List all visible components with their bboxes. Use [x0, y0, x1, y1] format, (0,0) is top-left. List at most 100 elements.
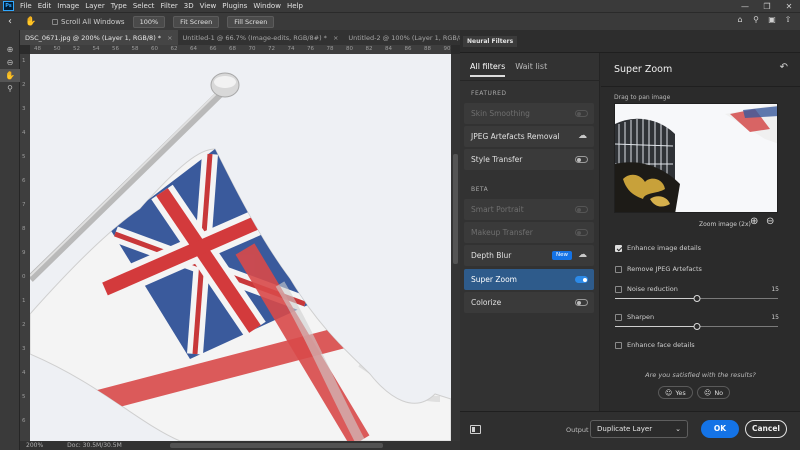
- checkbox-label: Enhance image details: [627, 244, 702, 252]
- doc-tab-untitled-2[interactable]: Untitled-2 @ 100% (Layer 1, RGB/8#) * ×: [343, 30, 460, 45]
- filter-makeup-transfer[interactable]: Makeup Transfer: [464, 222, 594, 243]
- horizontal-scrollbar[interactable]: [170, 443, 383, 448]
- zoom-out-tool-icon[interactable]: ⊖: [0, 56, 20, 69]
- toggle-switch[interactable]: [575, 156, 588, 163]
- filter-super-zoom[interactable]: Super Zoom: [464, 269, 594, 290]
- ruler-tick-label: 72: [268, 46, 275, 52]
- ruler-tick-label: 1: [22, 58, 26, 64]
- remove-jpeg-artefacts-checkbox[interactable]: Remove JPEG Artefacts: [615, 265, 702, 273]
- menu-window[interactable]: Window: [250, 2, 284, 10]
- zoom-in-tool-icon[interactable]: ⊕: [0, 43, 20, 56]
- menu-3d[interactable]: 3D: [181, 2, 197, 10]
- sharpen-slider[interactable]: [615, 323, 778, 330]
- feedback-yes-button[interactable]: ☺ Yes: [658, 386, 693, 399]
- menu-edit[interactable]: Edit: [35, 2, 55, 10]
- restore-icon[interactable]: ❐: [756, 2, 778, 11]
- menu-plugins[interactable]: Plugins: [219, 2, 250, 10]
- output-dropdown[interactable]: Duplicate Layer ⌄: [590, 420, 688, 438]
- filter-depth-blur[interactable]: Depth Blur New ☁: [464, 245, 594, 266]
- hand-tool-icon[interactable]: ✋: [20, 17, 42, 27]
- menu-image[interactable]: Image: [54, 2, 82, 10]
- share-icon[interactable]: ⇧: [780, 15, 796, 24]
- menu-select[interactable]: Select: [130, 2, 158, 10]
- featured-section-label: FEATURED: [471, 90, 507, 97]
- divider: [460, 80, 600, 81]
- menu-file[interactable]: File: [17, 2, 35, 10]
- menu-help[interactable]: Help: [284, 2, 306, 10]
- feedback-no-button[interactable]: ☹ No: [697, 386, 731, 399]
- search-icon[interactable]: ⚲: [748, 15, 764, 24]
- ruler-tick-label: 48: [34, 46, 41, 52]
- filter-smart-portrait[interactable]: Smart Portrait: [464, 199, 594, 220]
- doc-size[interactable]: Doc: 30.5M/30.5M: [67, 442, 122, 449]
- noise-reduction-checkbox[interactable]: Noise reduction: [615, 285, 678, 293]
- ruler-tick-label: 86: [404, 46, 412, 52]
- tab-wait-list[interactable]: Wait list: [515, 62, 547, 77]
- close-icon[interactable]: ✕: [778, 2, 800, 11]
- filter-label: Depth Blur: [471, 251, 512, 260]
- reset-icon[interactable]: ↶: [780, 62, 788, 73]
- noise-reduction-slider[interactable]: [615, 295, 778, 302]
- menu-view[interactable]: View: [197, 2, 220, 10]
- minimize-icon[interactable]: —: [734, 2, 756, 11]
- ruler-tick-label: 58: [131, 46, 139, 52]
- close-icon[interactable]: ×: [167, 34, 172, 42]
- back-arrow-icon[interactable]: ‹: [0, 16, 20, 27]
- scrollbar-thumb[interactable]: [453, 154, 458, 264]
- zoom-out-icon[interactable]: ⊖: [766, 216, 774, 227]
- fill-screen-button[interactable]: Fill Screen: [227, 15, 275, 28]
- toggle-switch[interactable]: [575, 276, 588, 283]
- yes-label: Yes: [675, 388, 686, 397]
- hand-tool-icon[interactable]: ✋: [0, 69, 20, 82]
- filter-jpeg-artefacts-removal[interactable]: JPEG Artefacts Removal ☁: [464, 126, 594, 147]
- slider-handle[interactable]: [693, 295, 700, 302]
- sharpen-checkbox[interactable]: Sharpen: [615, 313, 654, 321]
- close-icon[interactable]: ×: [333, 34, 338, 42]
- menu-layer[interactable]: Layer: [82, 2, 108, 10]
- cloud-download-icon[interactable]: ☁: [578, 131, 587, 141]
- doc-tab-label: Untitled-2 @ 100% (Layer 1, RGB/8#) *: [348, 33, 460, 42]
- toggle-switch[interactable]: [575, 229, 588, 236]
- ruler-tick-label: 8: [22, 226, 26, 232]
- slider-handle[interactable]: [693, 323, 700, 330]
- doc-tab-untitled-1[interactable]: Untitled-1 @ 66.7% (Image-edits, RGB/8#)…: [178, 30, 344, 45]
- toggle-switch[interactable]: [575, 299, 588, 306]
- tab-all-filters[interactable]: All filters: [470, 62, 506, 77]
- checkbox-box: [615, 341, 622, 349]
- filter-style-transfer[interactable]: Style Transfer: [464, 149, 594, 170]
- zoom-100-button[interactable]: 100%: [132, 15, 166, 28]
- menu-type[interactable]: Type: [108, 2, 130, 10]
- toggle-switch[interactable]: [575, 110, 588, 117]
- ruler-tick-label: 3: [22, 106, 26, 112]
- zoom-tool-icon[interactable]: ⚲: [0, 82, 20, 95]
- options-bar-right: ⌂ ⚲ ▣ ⇧: [732, 15, 796, 24]
- zoom-level[interactable]: 200%: [26, 442, 43, 449]
- scroll-all-windows-checkbox[interactable]: Scroll All Windows: [52, 18, 125, 26]
- settings-title: Super Zoom: [614, 64, 673, 75]
- neural-filters-tab[interactable]: Neural Filters: [463, 36, 518, 47]
- ruler-tick-label: 5: [22, 394, 26, 400]
- cancel-button[interactable]: Cancel: [745, 420, 787, 438]
- vertical-scrollbar[interactable]: [451, 54, 460, 441]
- filter-skin-smoothing[interactable]: Skin Smoothing: [464, 103, 594, 124]
- enhance-face-details-checkbox[interactable]: Enhance face details: [615, 341, 695, 349]
- cloud-download-icon[interactable]: ☁: [578, 250, 587, 260]
- doc-tab-dsc0671[interactable]: DSC_0671.jpg @ 200% (Layer 1, RGB/8) * ×: [20, 30, 178, 45]
- ruler-tick-label: 84: [385, 46, 392, 52]
- flag-photo: [30, 72, 451, 441]
- home-icon[interactable]: ⌂: [732, 15, 748, 24]
- fit-screen-button[interactable]: Fit Screen: [173, 15, 220, 28]
- zoom-in-icon[interactable]: ⊕: [750, 216, 758, 227]
- filter-colorize[interactable]: Colorize: [464, 292, 594, 313]
- sharpen-value: 15: [771, 314, 779, 321]
- ok-button[interactable]: OK: [701, 420, 739, 438]
- no-label: No: [714, 388, 724, 397]
- image-canvas[interactable]: [30, 54, 451, 441]
- toggle-switch[interactable]: [575, 206, 588, 213]
- enhance-image-details-checkbox[interactable]: Enhance image details: [615, 244, 701, 252]
- workspace-icon[interactable]: ▣: [764, 15, 780, 24]
- menu-filter[interactable]: Filter: [157, 2, 180, 10]
- show-panel-icon[interactable]: [470, 425, 481, 434]
- preview-image[interactable]: [614, 103, 778, 213]
- document-tabs: DSC_0671.jpg @ 200% (Layer 1, RGB/8) * ×…: [20, 30, 460, 45]
